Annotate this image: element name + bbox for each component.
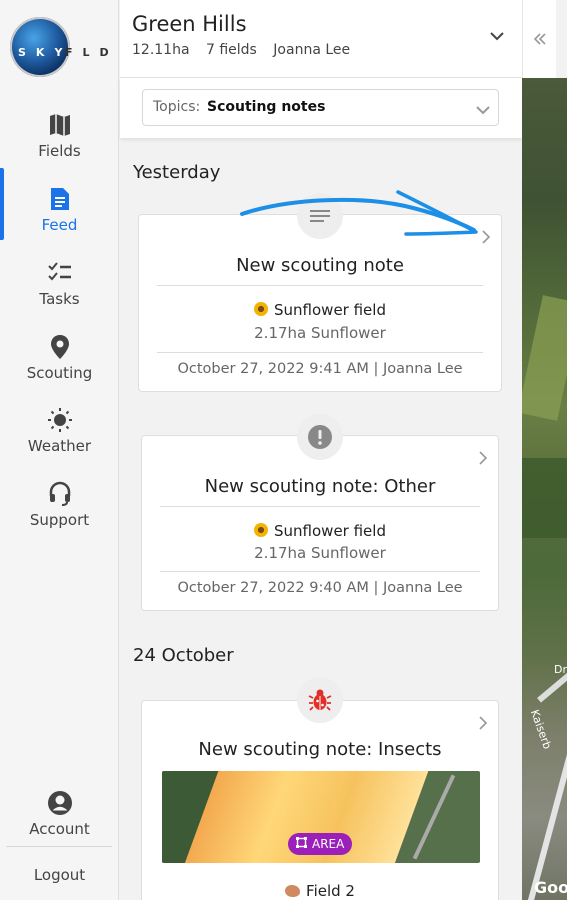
topics-value: Scouting notes — [207, 99, 326, 115]
document-icon — [0, 186, 119, 212]
farm-header[interactable]: Green Hills 12.11ha 7 fields Joanna Lee — [120, 0, 522, 78]
sidebar-item-label: Feed — [41, 216, 78, 234]
card-title: New scouting note — [236, 255, 404, 276]
sidebar-item-label: Support — [29, 511, 90, 529]
card-title: New scouting note: Insects — [198, 739, 442, 760]
farm-meta: 12.11ha 7 fields Joanna Lee — [132, 42, 362, 58]
divider — [160, 571, 480, 572]
double-chevron-left-icon — [533, 27, 547, 51]
annotation-arrow-icon — [240, 190, 478, 236]
section-title: Yesterday — [133, 162, 221, 183]
farm-field-count: 7 fields — [205, 42, 257, 58]
card-field: Sunflower field — [139, 301, 501, 319]
field-shape-icon — [285, 885, 301, 897]
location-pin-icon — [0, 334, 119, 360]
topics-select[interactable]: Topics: Scouting notes — [142, 89, 499, 126]
logo-text-fld: FLD — [65, 46, 119, 59]
map-view[interactable]: Dr Kaiserb Goo — [522, 78, 567, 900]
farm-owner: Joanna Lee — [273, 42, 351, 58]
map-icon — [0, 112, 119, 138]
sidebar-item-scouting[interactable]: Scouting — [0, 326, 119, 396]
divider — [157, 352, 483, 353]
exclamation-icon — [297, 414, 343, 460]
sidebar-item-support[interactable]: Support — [0, 473, 119, 543]
card-meta: October 27, 2022 9:40 AM | Joanna Lee — [177, 580, 463, 596]
sidebar-item-label: Fields — [38, 142, 81, 160]
chevron-right-icon — [478, 715, 488, 734]
map-label: Kaiserb — [527, 708, 554, 751]
map-attribution: Goo — [534, 878, 567, 897]
sidebar-item-feed[interactable]: Feed — [0, 178, 119, 248]
topics-label: Topics: — [153, 99, 201, 115]
card-meta: October 27, 2022 9:41 AM | Joanna Lee — [177, 361, 463, 377]
sidebar-item-label: Tasks — [39, 290, 80, 308]
feed-card[interactable]: New scouting note: Insects AREA Field 2 — [141, 700, 499, 900]
sidebar-item-label: Scouting — [26, 364, 93, 382]
chevron-down-icon — [476, 100, 490, 119]
logout-button[interactable]: Logout — [0, 866, 119, 884]
sun-icon — [0, 407, 119, 433]
sidebar-item-label: Weather — [27, 437, 92, 455]
field-thumbnail[interactable]: AREA — [162, 771, 480, 863]
polygon-icon — [296, 837, 307, 851]
area-badge: AREA — [288, 833, 353, 855]
sidebar-item-fields[interactable]: Fields — [0, 104, 119, 174]
card-field: Field 2 — [142, 882, 498, 900]
headset-icon — [0, 481, 119, 507]
divider — [157, 285, 483, 286]
sidebar-item-label: Account — [29, 820, 90, 838]
bug-icon — [297, 677, 343, 723]
divider — [6, 846, 112, 847]
checklist-icon — [0, 260, 119, 286]
card-crop: 2.17ha Sunflower — [254, 544, 386, 562]
section-title: 24 October — [133, 645, 234, 666]
farm-name: Green Hills — [132, 12, 247, 36]
map-label: Dr — [554, 663, 567, 676]
farm-area: 12.11ha — [132, 42, 190, 58]
card-crop: 2.17ha Sunflower — [254, 324, 386, 342]
card-field: Sunflower field — [142, 522, 498, 540]
card-title: New scouting note: Other — [204, 476, 436, 497]
chevron-right-icon — [478, 450, 488, 469]
sunflower-icon — [254, 302, 269, 316]
chevron-down-icon[interactable] — [490, 26, 504, 45]
account-icon — [0, 790, 119, 816]
sidebar-item-account[interactable]: Account — [0, 782, 119, 852]
sidebar: SKY FLD Fields Feed Tasks Scouting Weath… — [0, 0, 119, 900]
feed-card[interactable]: New scouting note: Other Sunflower field… — [141, 435, 499, 611]
topics-bar: Topics: Scouting notes — [120, 78, 522, 138]
sunflower-icon — [254, 523, 269, 537]
collapse-panel-button[interactable] — [522, 0, 556, 78]
sidebar-item-tasks[interactable]: Tasks — [0, 252, 119, 322]
divider — [160, 506, 480, 507]
sidebar-item-weather[interactable]: Weather — [0, 399, 119, 469]
